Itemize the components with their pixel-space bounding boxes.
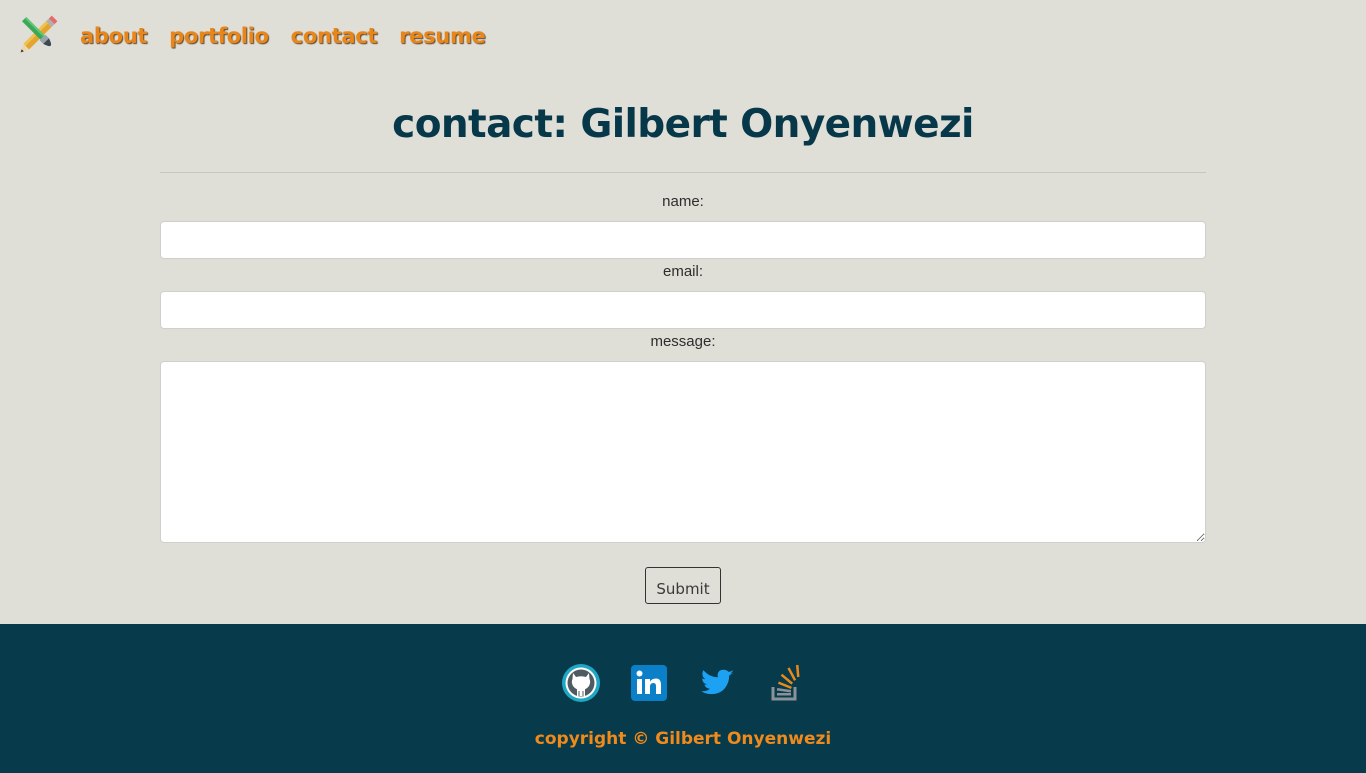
message-label: message: xyxy=(650,333,716,350)
stackoverflow-icon[interactable] xyxy=(765,663,805,703)
name-input[interactable] xyxy=(160,221,1206,259)
github-icon[interactable] xyxy=(561,663,601,703)
email-label: email: xyxy=(662,263,703,280)
linkedin-icon[interactable] xyxy=(629,663,669,703)
email-input[interactable] xyxy=(160,291,1206,329)
name-label: name: xyxy=(662,193,704,210)
copyright-text: copyright © Gilbert Onyenwezi xyxy=(534,729,832,749)
footer: copyright © Gilbert Onyenwezi xyxy=(0,624,1366,773)
nav-link-about[interactable]: about xyxy=(80,22,147,50)
submit-button[interactable]: Submit xyxy=(645,567,721,604)
nav-link-portfolio[interactable]: portfolio xyxy=(169,22,269,50)
social-links xyxy=(0,663,1366,703)
nav-links: about portfolio contact resume xyxy=(80,22,486,50)
nav-link-contact[interactable]: contact xyxy=(291,22,378,50)
nav-link-resume[interactable]: resume xyxy=(399,22,486,50)
twitter-icon[interactable] xyxy=(697,663,737,703)
message-textarea[interactable] xyxy=(160,361,1206,543)
page-title: contact: Gilbert Onyenwezi xyxy=(392,102,974,147)
title-divider xyxy=(160,172,1206,173)
logo-icon[interactable] xyxy=(18,14,60,54)
top-nav: about portfolio contact resume xyxy=(0,0,1366,74)
